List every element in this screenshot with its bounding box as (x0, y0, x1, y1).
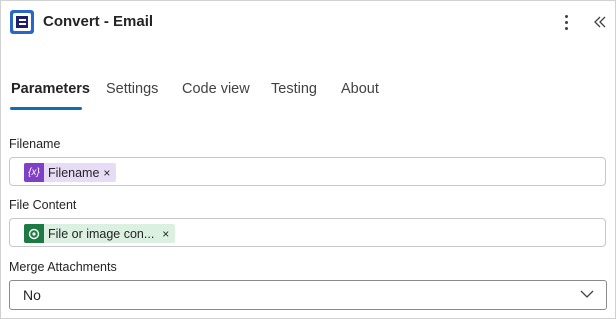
active-tab-indicator (10, 107, 82, 110)
merge-attachments-dropdown[interactable]: No (9, 280, 607, 310)
action-details-panel: Convert - Email Parameters Settings Code… (0, 0, 616, 319)
tab-code-view[interactable]: Code view (182, 81, 250, 97)
filename-token[interactable]: {x} Filename × (24, 163, 117, 182)
remove-token-button[interactable]: × (99, 166, 116, 180)
tab-testing[interactable]: Testing (271, 81, 317, 97)
token-label: File or image con... (48, 226, 155, 241)
file-content-field[interactable]: File or image con... × (9, 218, 606, 247)
filename-label: Filename (9, 137, 61, 151)
filename-field[interactable]: {x} Filename × (9, 157, 606, 186)
panel-header: Convert - Email (1, 1, 615, 43)
remove-token-button[interactable]: × (154, 227, 175, 241)
file-content-token[interactable]: File or image con... × (24, 224, 176, 243)
more-vertical-icon[interactable] (559, 12, 575, 32)
dropdown-selected-value: No (23, 287, 41, 303)
double-chevron-left-icon[interactable] (591, 12, 609, 32)
tab-about[interactable]: About (341, 81, 379, 97)
tab-bar: Parameters Settings Code view Testing Ab… (1, 71, 615, 111)
file-content-label: File Content (9, 198, 77, 212)
merge-attachments-label: Merge Attachments (9, 260, 117, 274)
tab-settings[interactable]: Settings (106, 81, 158, 97)
token-label: Filename (48, 165, 100, 180)
plumsail-logo-icon (10, 10, 34, 34)
exchange-connector-icon (24, 224, 44, 243)
variable-icon: {x} (24, 163, 44, 182)
action-title: Convert - Email (43, 13, 154, 30)
tab-parameters[interactable]: Parameters (11, 81, 90, 97)
chevron-down-icon (580, 290, 594, 298)
